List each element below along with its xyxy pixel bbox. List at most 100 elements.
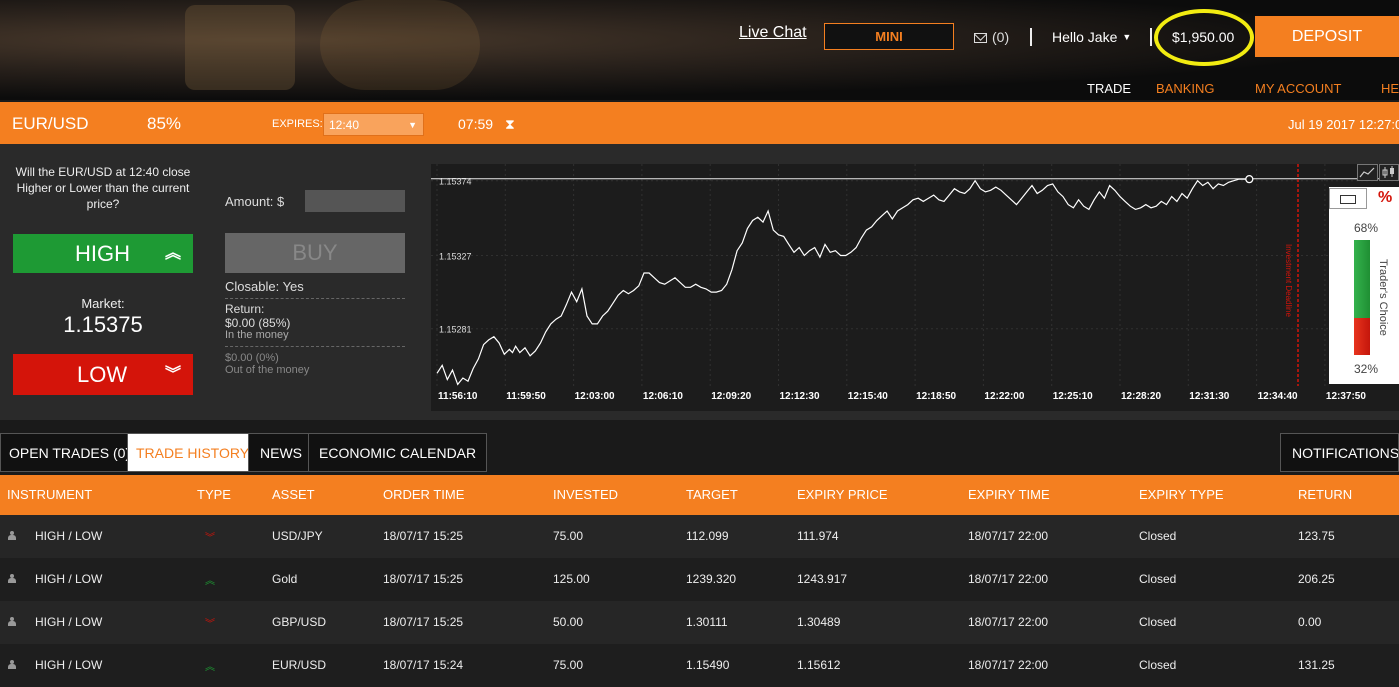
user-icon: [8, 574, 16, 583]
cell-expiry-type: Closed: [1139, 529, 1177, 543]
col-return[interactable]: RETURN: [1298, 487, 1352, 502]
divider: [225, 298, 405, 299]
divider: [1030, 28, 1032, 46]
high-percent: 68%: [1354, 221, 1379, 235]
x-tick-label: 12:25:10: [1053, 391, 1093, 402]
header-background-art: [185, 5, 295, 90]
messages-button[interactable]: (0): [974, 29, 1009, 45]
mini-button[interactable]: MINI: [824, 23, 954, 50]
cell-expiry-time: 18/07/17 22:00: [968, 529, 1049, 543]
amount-input[interactable]: [305, 190, 405, 212]
trade-panel: Will the EUR/USD at 12:40 close Higher o…: [0, 144, 1399, 420]
user-icon: [8, 617, 16, 626]
nav-banking[interactable]: BANKING: [1156, 81, 1215, 96]
cell-return: 131.25: [1298, 658, 1335, 672]
low-label: LOW: [77, 362, 128, 387]
percent-icon[interactable]: %: [1378, 189, 1392, 207]
cell-expiry-time: 18/07/17 22:00: [968, 658, 1049, 672]
price-chart[interactable]: 1.15374 1.15327 1.15281 Investment Deadline…: [431, 164, 1399, 411]
col-asset[interactable]: ASSET: [272, 487, 315, 502]
out-of-the-money-label: Out of the money: [225, 364, 310, 376]
cell-order-time: 18/07/17 15:25: [383, 615, 464, 629]
nav-my-account[interactable]: MY ACCOUNT: [1255, 81, 1341, 96]
x-tick-label: 11:59:50: [506, 391, 546, 402]
arrow-down-icon: ︾: [205, 533, 215, 544]
current-price-marker: [1245, 174, 1254, 184]
col-expiry-time[interactable]: EXPIRY TIME: [968, 487, 1050, 502]
double-chevron-down-icon: ︾: [164, 366, 181, 383]
market-price: 1.15375: [63, 312, 143, 337]
buy-button[interactable]: BUY: [225, 233, 405, 273]
envelope-icon: [974, 33, 987, 43]
nav-help[interactable]: HE: [1381, 81, 1399, 96]
live-chat-link[interactable]: Live Chat: [739, 24, 807, 42]
amount-label: Amount: $: [225, 194, 285, 209]
cell-instrument: HIGH / LOW: [35, 615, 103, 629]
cell-expiry-type: Closed: [1139, 572, 1177, 586]
traders-choice-label: Trader's Choice: [1377, 259, 1389, 336]
x-tick-label: 12:34:40: [1258, 391, 1298, 402]
cell-expiry-time: 18/07/17 22:00: [968, 572, 1049, 586]
server-datetime: Jul 19 2017 12:27:0: [1288, 117, 1399, 132]
return-value: $0.00 (85%): [225, 316, 291, 330]
line-chart-icon[interactable]: [1357, 164, 1378, 181]
table-row[interactable]: HIGH / LOW ︽ EUR/USD 18/07/17 15:24 75.00 1.1…: [0, 644, 1399, 687]
deposit-button[interactable]: DEPOSIT: [1255, 16, 1399, 57]
high-label: HIGH: [75, 241, 130, 266]
asset-info-bar: EUR/USD 85% EXPIRES: 12:40 ▼ 07:59 ⧗ Jul …: [0, 102, 1399, 144]
expiry-select[interactable]: 12:40 ▼: [323, 113, 424, 136]
tab-open-trades[interactable]: OPEN TRADES (0): [0, 433, 140, 472]
x-tick-label: 12:22:00: [984, 391, 1024, 402]
col-expiry-price[interactable]: EXPIRY PRICE: [797, 487, 888, 502]
cell-invested: 75.00: [553, 529, 584, 543]
cell-expiry-type: Closed: [1139, 658, 1177, 672]
tab-news[interactable]: NEWS: [248, 433, 314, 472]
high-sentiment-bar: [1354, 240, 1370, 318]
low-button[interactable]: LOW ︾: [13, 354, 193, 395]
x-tick-label: 12:37:50: [1326, 391, 1366, 402]
col-invested[interactable]: INVESTED: [553, 487, 618, 502]
cell-expiry-time: 18/07/17 22:00: [968, 615, 1049, 629]
countdown-timer: 07:59: [458, 116, 494, 132]
arrow-up-icon: ︽: [205, 662, 215, 673]
col-type[interactable]: TYPE: [197, 487, 231, 502]
x-tick-label: 11:56:10: [438, 391, 478, 402]
cell-return: 206.25: [1298, 572, 1335, 586]
x-tick-label: 12:15:40: [848, 391, 888, 402]
table-row[interactable]: HIGH / LOW ︾ USD/JPY 18/07/17 15:25 75.00 112…: [0, 515, 1399, 558]
arrow-down-icon: ︾: [205, 619, 215, 630]
col-expiry-type[interactable]: EXPIRY TYPE: [1139, 487, 1224, 502]
cell-return: 123.75: [1298, 529, 1335, 543]
header-background-art: [320, 0, 480, 90]
col-instrument[interactable]: INSTRUMENT: [7, 487, 92, 502]
table-row[interactable]: HIGH / LOW ︽ Gold 18/07/17 15:25 125.00 1239.…: [0, 558, 1399, 601]
nav-trade[interactable]: TRADE: [1087, 81, 1131, 96]
cell-order-time: 18/07/17 15:24: [383, 658, 464, 672]
user-icon: [8, 660, 16, 669]
cell-target: 1.30111: [686, 615, 728, 629]
cell-expiry-price: 1243.917: [797, 572, 848, 586]
col-target[interactable]: TARGET: [686, 487, 738, 502]
col-order-time[interactable]: ORDER TIME: [383, 487, 464, 502]
tab-trade-history[interactable]: TRADE HISTORY: [127, 433, 259, 472]
cell-invested: 75.00: [553, 658, 584, 672]
arrow-up-icon: ︽: [205, 576, 215, 587]
cell-asset: USD/JPY: [272, 529, 323, 543]
low-percent: 32%: [1354, 362, 1379, 376]
divider: [1150, 28, 1152, 46]
candlestick-chart-icon[interactable]: [1379, 164, 1399, 181]
tab-economic-calendar[interactable]: ECONOMIC CALENDAR: [308, 433, 488, 472]
high-button[interactable]: HIGH ︽: [13, 234, 193, 273]
in-the-money-label: In the money: [225, 329, 289, 341]
table-row[interactable]: HIGH / LOW ︾ GBP/USD 18/07/17 15:25 50.00 1.3…: [0, 601, 1399, 644]
balance-highlight-circle: [1154, 9, 1254, 66]
trade-question: Will the EUR/USD at 12:40 close Higher o…: [15, 165, 191, 211]
caret-down-icon: ▼: [1122, 32, 1132, 42]
window-toggle-icon[interactable]: [1329, 188, 1367, 209]
user-menu[interactable]: Hello Jake ▼: [1052, 29, 1131, 45]
x-tick-label: 12:18:50: [916, 391, 956, 402]
asset-pair[interactable]: EUR/USD: [12, 114, 89, 134]
cell-target: 1239.320: [686, 572, 737, 586]
x-tick-label: 12:28:20: [1121, 391, 1161, 402]
notifications-button[interactable]: NOTIFICATIONS (: [1280, 433, 1399, 472]
